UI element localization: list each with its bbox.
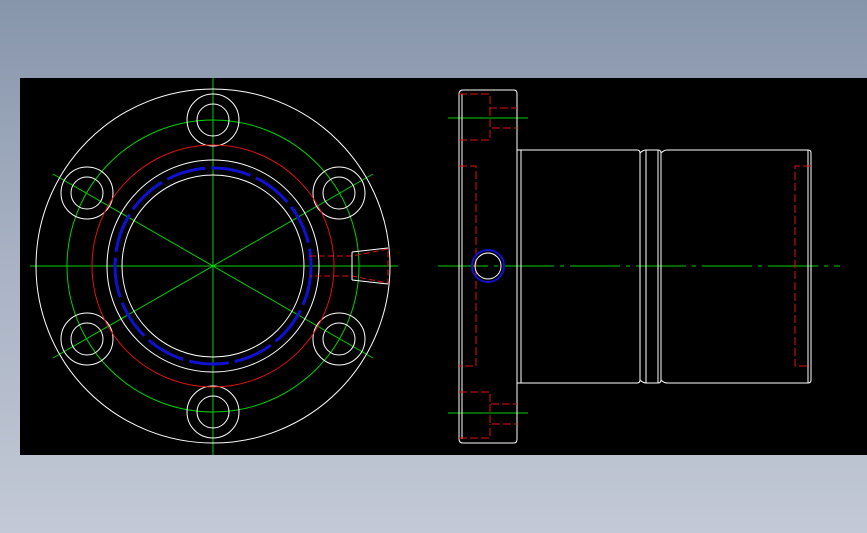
front-centerlines	[30, 78, 398, 455]
side-centerlines	[438, 117, 840, 414]
front-view	[30, 78, 398, 455]
side-view	[438, 89, 840, 444]
cad-drawing	[30, 78, 840, 455]
cad-viewport[interactable]	[20, 78, 867, 455]
bolt-hole-top-lower	[459, 128, 491, 141]
bolt-counterbore-top	[459, 93, 517, 109]
bolt-hole-bottom-lower	[459, 424, 491, 439]
bolt-counterbore-bottom	[459, 391, 517, 405]
bolt-hole-bottom	[489, 404, 517, 425]
